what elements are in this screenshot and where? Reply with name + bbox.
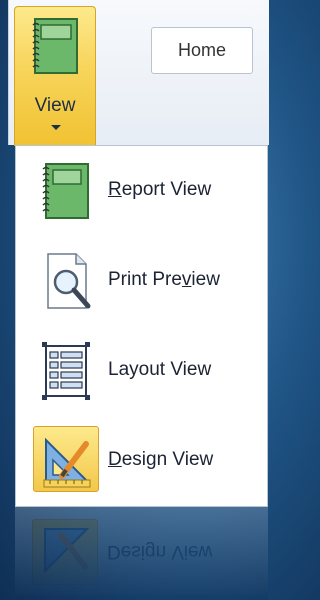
menu-item-report-view[interactable]: Report View bbox=[16, 146, 267, 234]
menu-item-layout-view[interactable]: Layout View bbox=[16, 326, 267, 414]
design-view-icon bbox=[43, 437, 91, 488]
report-view-icon bbox=[42, 163, 89, 219]
reflection-fade bbox=[15, 507, 268, 600]
menu-item-label: Design View bbox=[108, 449, 214, 470]
layout-view-icon bbox=[42, 342, 90, 400]
report-view-icon bbox=[32, 18, 78, 74]
view-dropdown-menu: Report View Print Preview Layout View De… bbox=[15, 145, 268, 507]
view-dropdown-button[interactable]: View bbox=[14, 6, 96, 146]
view-button-label: View bbox=[34, 95, 76, 116]
menu-item-label: Layout View bbox=[108, 359, 212, 380]
menu-reflection: Design View bbox=[15, 507, 268, 600]
app-background: { "ribbon": { "view_button": { "label": … bbox=[0, 0, 269, 600]
tab-home[interactable]: Home bbox=[151, 27, 253, 74]
print-preview-icon bbox=[47, 253, 91, 309]
menu-item-design-view[interactable]: Design View bbox=[16, 416, 267, 504]
chevron-down-icon bbox=[51, 125, 61, 130]
menu-item-label: Print Preview bbox=[108, 269, 220, 290]
menu-item-label: Report View bbox=[108, 179, 212, 200]
menu-item-print-preview[interactable]: Print Preview bbox=[16, 236, 267, 324]
